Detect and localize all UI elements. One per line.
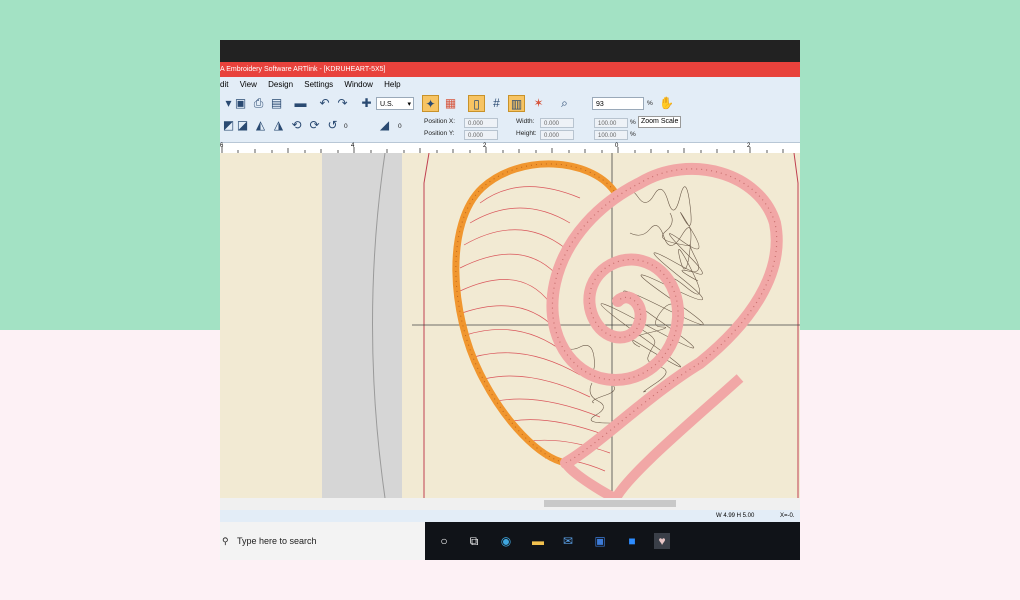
scrollbar-thumb[interactable]	[544, 500, 676, 507]
store-icon[interactable]: ▣	[592, 533, 608, 549]
menu-bar: dit View Design Settings Window Help	[220, 77, 800, 93]
windows-taskbar: ⚲ Type here to search ○ ⧉ ◉ ▬ ✉ ▣ ■ ♥	[220, 522, 800, 560]
rotate-value: 0	[344, 123, 348, 130]
hoop-boundary-left	[423, 153, 430, 498]
tools-icon[interactable]: ✚	[358, 95, 375, 112]
print-preview-icon[interactable]: ▤	[268, 95, 285, 112]
menu-window[interactable]: Window	[344, 80, 372, 89]
position-x-field[interactable]: 0.000	[464, 118, 498, 128]
menu-settings[interactable]: Settings	[304, 80, 333, 89]
search-placeholder: Type here to search	[237, 536, 317, 546]
resize-icon[interactable]: ◪	[234, 117, 251, 134]
screenshot-frame: A Embroidery Software ARTlink - [KDRUHEA…	[220, 40, 800, 560]
task-view-circle-icon[interactable]: ○	[436, 533, 452, 549]
taskbar-search[interactable]: ⚲ Type here to search	[220, 522, 425, 560]
zoom-percent: %	[647, 100, 653, 107]
edge-browser-icon[interactable]: ◉	[498, 533, 514, 549]
file-explorer-icon[interactable]: ▬	[530, 533, 546, 549]
redo-icon[interactable]: ↷	[334, 95, 351, 112]
zoom-app-icon[interactable]: ■	[624, 533, 640, 549]
ruler-ticks	[221, 147, 784, 153]
position-x-label: Position X:	[424, 118, 456, 125]
height-field[interactable]: 0.000	[540, 130, 574, 140]
menu-view[interactable]: View	[240, 80, 257, 89]
position-y-field[interactable]: 0.000	[464, 130, 498, 140]
stitch-mode-icon[interactable]: ✦	[422, 95, 439, 112]
black-bar	[220, 40, 800, 62]
slant-icon[interactable]: ◢	[376, 117, 393, 134]
design-list-icon[interactable]: ▥	[508, 95, 525, 112]
design-canvas[interactable]	[220, 153, 800, 498]
zoom-tooltip: Zoom Scale	[638, 116, 682, 128]
embroidery-design	[322, 153, 800, 498]
search-icon: ⚲	[222, 536, 229, 546]
hoop-frame	[322, 153, 402, 498]
property-toolbar: ◩ ◪ ◭ ◮ ⟲ ⟳ ↺ 0 ◢ 0 Position X: 0.000 Po…	[220, 115, 800, 143]
save-icon[interactable]: ▣	[232, 95, 249, 112]
ruler-label: 2	[747, 143, 751, 149]
scale-height-field[interactable]: 100.00	[594, 130, 628, 140]
scale-width-field[interactable]: 100.00	[594, 118, 628, 128]
units-select[interactable]: U.S. ▾	[376, 97, 414, 110]
ruler-label: 2	[483, 143, 487, 149]
task-view-icon[interactable]: ⧉	[466, 533, 482, 549]
menu-design[interactable]: Design	[268, 80, 293, 89]
ruler-label: 6	[220, 143, 224, 149]
menu-help[interactable]: Help	[384, 80, 400, 89]
slant-value: 0	[398, 123, 402, 130]
rotate-custom-icon[interactable]: ↺	[324, 117, 341, 134]
scale-height-percent: %	[630, 131, 636, 138]
effects-icon[interactable]: ✶	[530, 95, 547, 112]
horizontal-scrollbar[interactable]	[220, 498, 800, 510]
embroidery-app-icon[interactable]: ♥	[654, 533, 670, 549]
scale-width-percent: %	[630, 119, 636, 126]
ruler-label: 4	[351, 143, 355, 149]
grid-icon[interactable]: #	[488, 95, 505, 112]
units-value: U.S.	[380, 101, 394, 108]
pan-hand-icon[interactable]: ✋	[658, 95, 675, 112]
zoom-input[interactable]: 93	[592, 97, 644, 110]
rotate-right-icon[interactable]: ⟳	[306, 117, 323, 134]
rotate-left-icon[interactable]: ⟲	[288, 117, 305, 134]
main-toolbar: ▾ ▣ ⎙ ▤ ▬ ↶ ↷ ✚ U.S. ▾ ✦ ▦ ▯ # ▥ ✶ ⌕ 93 %…	[220, 93, 800, 115]
zoom-icon[interactable]: ⌕	[556, 95, 573, 112]
height-label: Height:	[516, 130, 537, 137]
cursor-coordinates: X=-0.	[780, 513, 795, 519]
window-title: A Embroidery Software ARTlink - [KDRUHEA…	[220, 66, 386, 73]
status-bar: W 4.99 H 5.00 X=-0.	[220, 510, 800, 522]
hoop-icon[interactable]: ▯	[468, 95, 485, 112]
fill-pattern-icon[interactable]: ▦	[442, 95, 459, 112]
design-size: W 4.99 H 5.00	[716, 513, 755, 519]
mail-icon[interactable]: ✉	[560, 533, 576, 549]
ruler-label: 0	[615, 143, 619, 149]
flip-vertical-icon[interactable]: ◮	[270, 117, 287, 134]
hoop-boundary-right	[793, 153, 799, 498]
zoom-value: 93	[596, 101, 604, 108]
chevron-down-icon: ▾	[407, 101, 411, 108]
title-bar: A Embroidery Software ARTlink - [KDRUHEA…	[220, 62, 800, 77]
width-label: Width:	[516, 118, 535, 125]
menu-edit[interactable]: dit	[220, 80, 228, 89]
position-y-label: Position Y:	[424, 130, 455, 137]
pink-heart-right-edge	[611, 374, 744, 498]
print-icon[interactable]: ⎙	[250, 95, 267, 112]
undo-icon[interactable]: ↶	[316, 95, 333, 112]
width-field[interactable]: 0.000	[540, 118, 574, 128]
pink-spiral-satin	[546, 163, 783, 469]
flip-horizontal-icon[interactable]: ◭	[252, 117, 269, 134]
pink-heart-point	[561, 460, 618, 498]
machine-icon[interactable]: ▬	[292, 95, 309, 112]
